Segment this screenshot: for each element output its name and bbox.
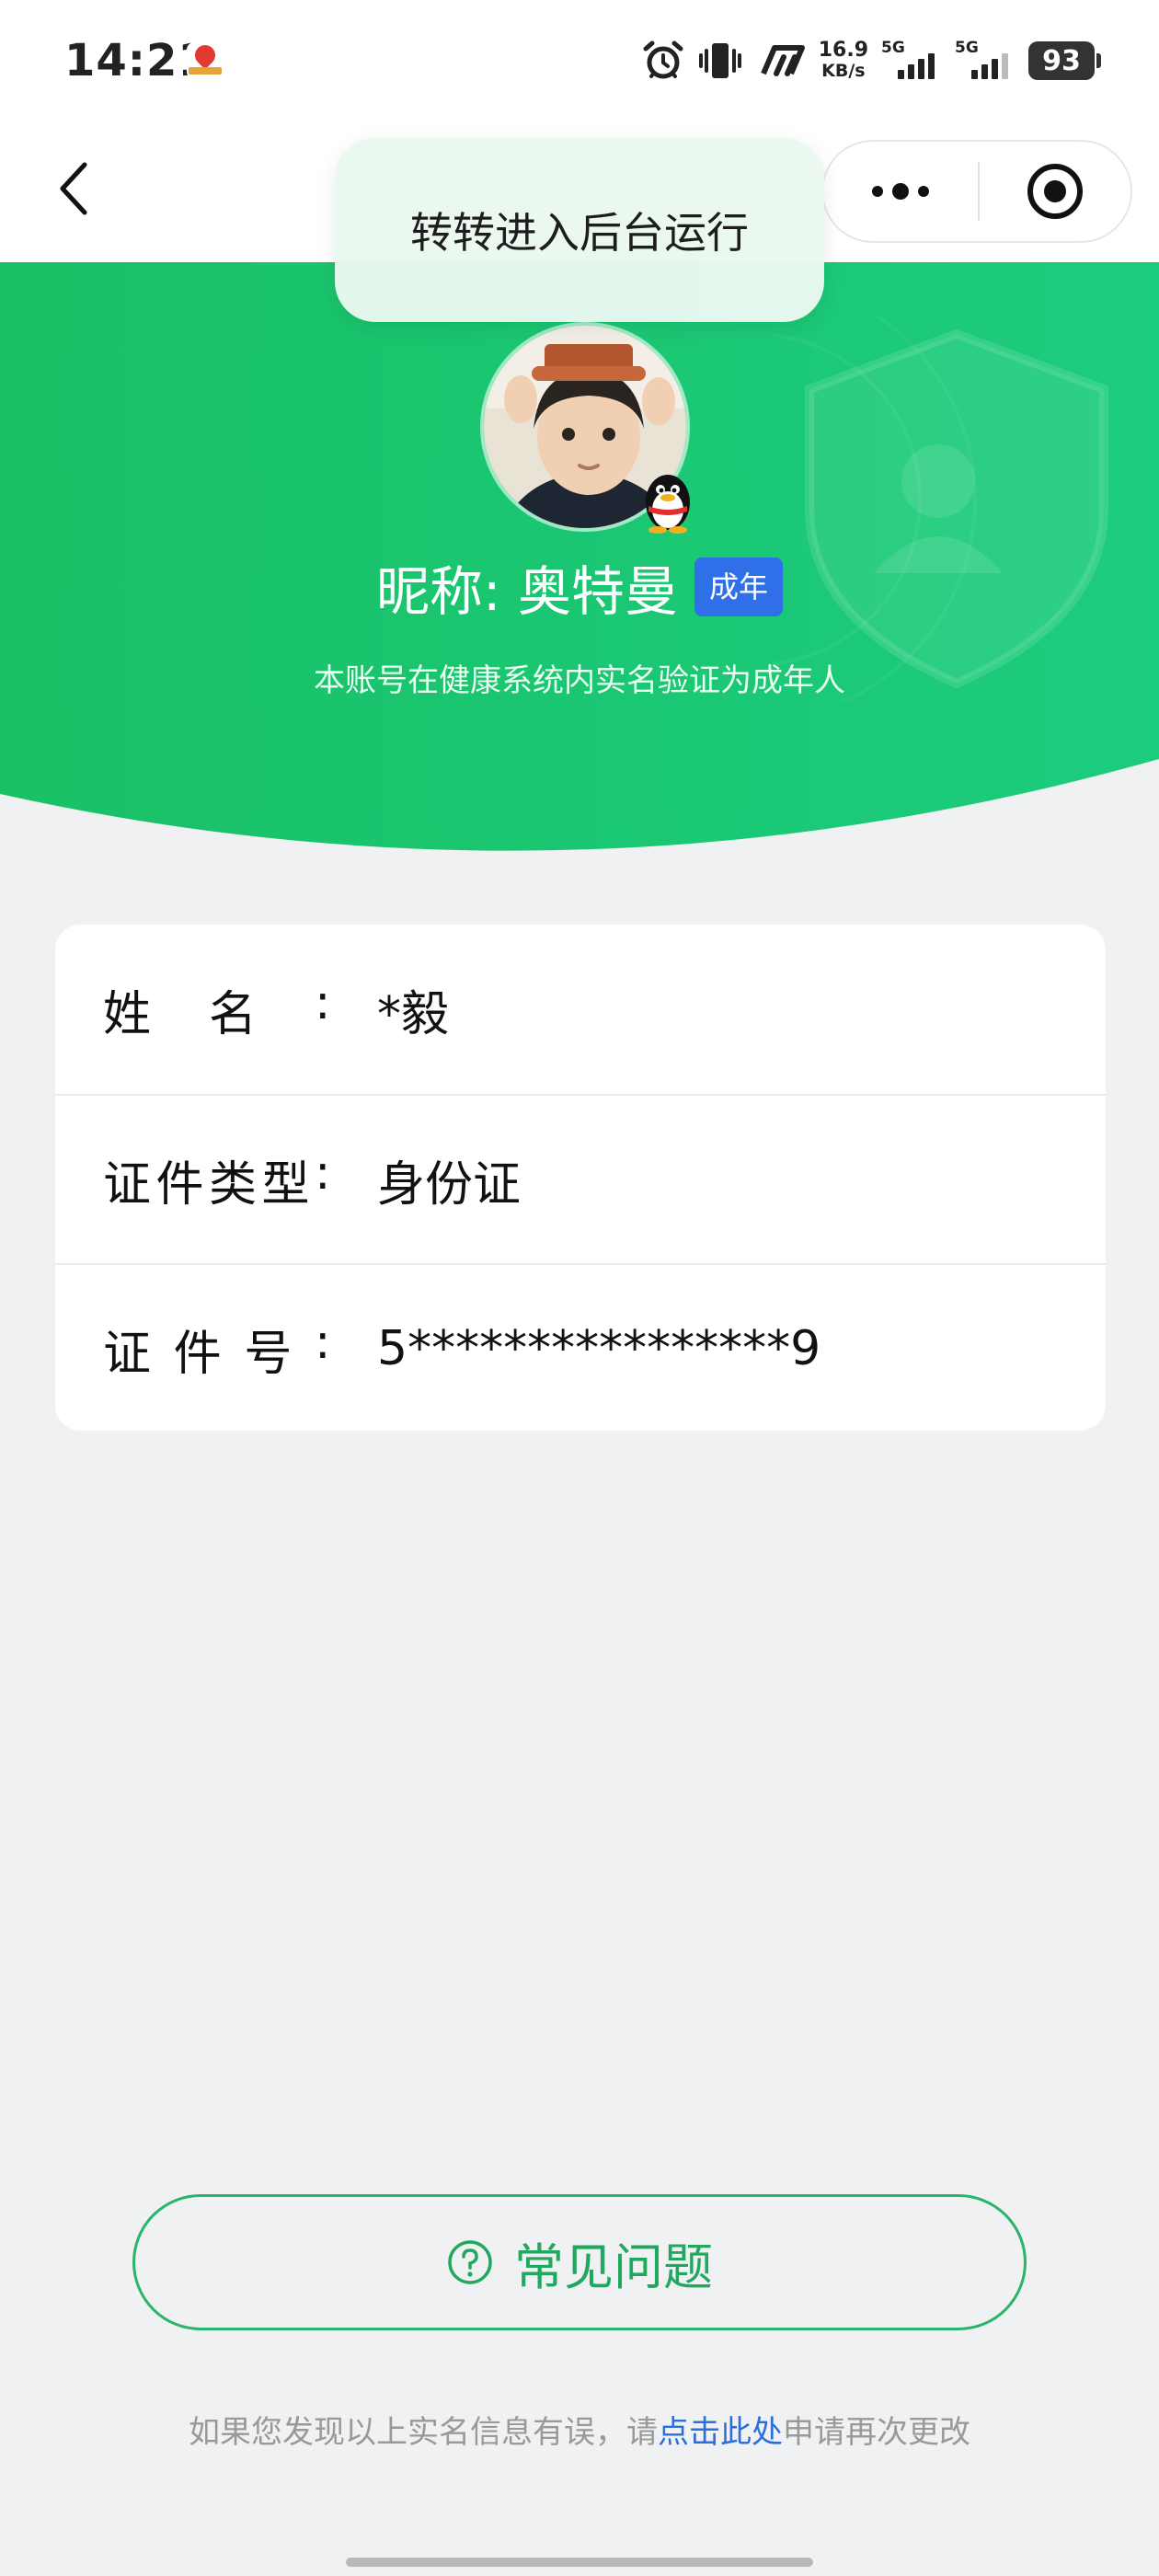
back-button[interactable] (40, 156, 105, 221)
name-row: 姓 名 : *毅 (55, 925, 1106, 1094)
network-speed: 16.9 KB/s (818, 39, 868, 82)
close-mini-program-button[interactable] (980, 142, 1130, 241)
more-dots-icon (872, 183, 929, 200)
question-circle-icon (448, 2240, 492, 2284)
faq-button[interactable]: 常见问题 (132, 2194, 1027, 2330)
network-activity-icon (760, 45, 805, 76)
id-number-value: 5****************9 (377, 1321, 821, 1376)
correction-note: 如果您发现以上实名信息有误，请点击此处申请再次更改 (0, 2407, 1159, 2452)
target-close-icon (1027, 164, 1083, 219)
battery-level: 93 (1042, 44, 1081, 77)
name-label: 姓 名 : (103, 974, 331, 1042)
sim2-label: 5G (955, 39, 979, 57)
click-here-link[interactable]: 点击此处 (658, 2414, 783, 2451)
shield-icon (773, 316, 1108, 702)
nickname-row: 昵称: 奥特曼 成年 (0, 548, 1159, 626)
id-number-row: 证 件 号 : 5****************9 (55, 1263, 1106, 1431)
faq-label: 常见问题 (514, 2237, 713, 2296)
vibrate-icon (698, 43, 741, 78)
status-bar: 14:21 16.9 KB/s 5G 5G 93 (0, 0, 1159, 129)
id-type-row: 证 件 类 型 : 身份证 (55, 1094, 1106, 1263)
background-running-toast: 转转进入后台运行 (335, 138, 824, 322)
name-value: *毅 (377, 986, 450, 1042)
alarm-icon (643, 40, 683, 79)
qq-penguin-icon (646, 475, 690, 534)
battery-icon: 93 (1028, 41, 1101, 80)
app-notification-icon (187, 40, 224, 79)
nickname: 昵称: 奥特曼 (376, 560, 678, 623)
id-number-label: 证 件 号 : (103, 1314, 331, 1382)
network-speed-value: 16.9 (818, 39, 868, 62)
mini-program-capsule (821, 140, 1132, 243)
id-type-label: 证 件 类 型 : (103, 1144, 331, 1213)
more-options-button[interactable] (823, 142, 978, 241)
id-type-value: 身份证 (377, 1156, 522, 1213)
adult-status-badge: 成年 (694, 558, 783, 616)
sim1-label: 5G (881, 39, 905, 57)
chevron-left-icon (60, 162, 87, 215)
real-name-info-card: 姓 名 : *毅 证 件 类 型 : 身份证 证 件 号 : 5********… (55, 925, 1106, 1431)
sim2-signal-icon: 5G (955, 39, 1016, 79)
home-indicator[interactable] (346, 2558, 813, 2567)
correction-note-prefix: 如果您发现以上实名信息有误，请 (189, 2414, 658, 2451)
correction-note-suffix: 申请再次更改 (783, 2414, 970, 2451)
network-speed-unit: KB/s (821, 61, 866, 81)
sim1-signal-icon: 5G (881, 39, 942, 79)
status-icons: 16.9 KB/s 5G 5G 93 (642, 37, 1101, 85)
verification-note: 本账号在健康系统内实名验证为成年人 (314, 662, 845, 699)
